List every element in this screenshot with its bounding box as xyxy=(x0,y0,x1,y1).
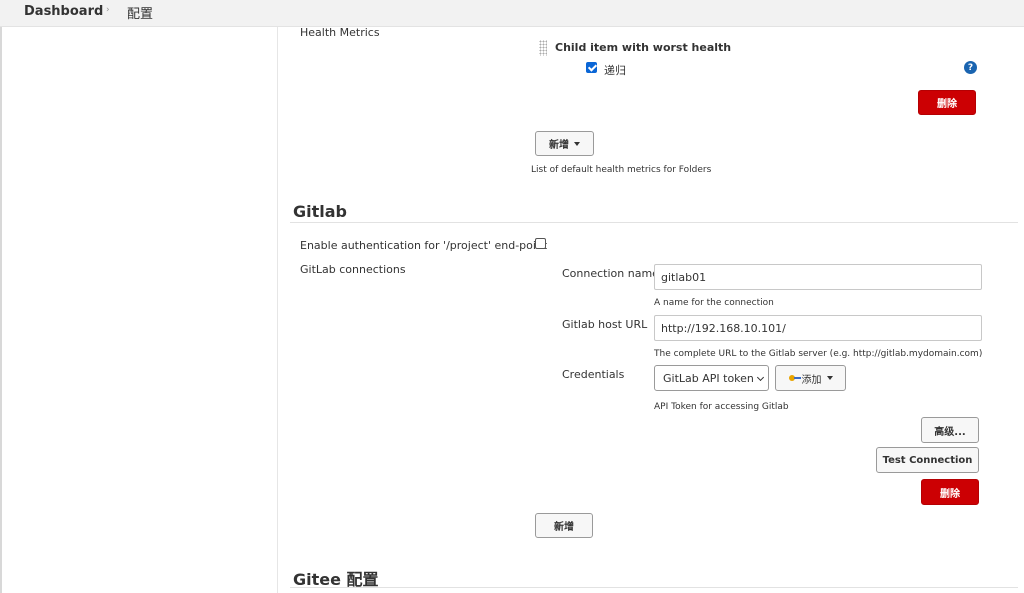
chevron-down-icon xyxy=(756,373,765,382)
gitlab-auth-checkbox[interactable] xyxy=(535,238,546,249)
health-metric-item-title: Child item with worst health xyxy=(555,41,732,54)
drag-handle-icon[interactable] xyxy=(539,40,547,56)
sidebar-divider xyxy=(277,27,278,593)
health-metric-delete-button[interactable]: 删除 xyxy=(918,90,976,115)
credentials-selected-value: GitLab API token xyxy=(663,371,754,385)
help-icon[interactable]: ? xyxy=(964,61,977,74)
credentials-add-button[interactable]: 添加 xyxy=(775,365,846,391)
recursive-checkbox[interactable] xyxy=(586,62,597,73)
test-connection-button[interactable]: Test Connection xyxy=(876,447,979,473)
connection-name-help: A name for the connection xyxy=(654,298,774,308)
credentials-help: API Token for accessing Gitlab xyxy=(654,402,789,412)
connection-name-input[interactable] xyxy=(654,264,982,290)
chevron-right-icon: › xyxy=(106,5,110,15)
gitlab-section-rule xyxy=(290,222,1018,223)
add-button-label: 新增 xyxy=(549,140,569,151)
connection-name-label: Connection name xyxy=(562,267,659,280)
gitlab-auth-label: Enable authentication for '/project' end… xyxy=(300,239,548,252)
host-url-label: Gitlab host URL xyxy=(562,318,648,331)
breadcrumb-current: 配置 xyxy=(127,7,154,22)
health-metrics-label: Health Metrics xyxy=(300,26,380,39)
sidebar-edge xyxy=(0,27,2,593)
key-icon xyxy=(788,375,801,381)
credentials-label: Credentials xyxy=(562,368,625,381)
caret-down-icon xyxy=(574,141,580,146)
credentials-add-label: 添加 xyxy=(801,374,822,386)
advanced-button[interactable]: 高级... xyxy=(921,417,979,443)
health-metrics-description: List of default health metrics for Folde… xyxy=(531,165,712,175)
caret-down-icon xyxy=(826,376,833,380)
gitlab-connection-delete-button[interactable]: 删除 xyxy=(921,479,979,505)
gitee-section-rule xyxy=(290,587,1018,588)
gitlab-section-title: Gitlab xyxy=(293,202,347,221)
host-url-help: The complete URL to the Gitlab server (e… xyxy=(654,349,983,359)
gitlab-connection-add-button[interactable]: 新增 xyxy=(535,513,593,538)
breadcrumb-bar xyxy=(0,0,1024,27)
credentials-select[interactable]: GitLab API token xyxy=(654,365,769,391)
gitlab-connections-label: GitLab connections xyxy=(300,263,406,276)
health-metric-add-button[interactable]: 新增 xyxy=(535,131,594,156)
recursive-label: 递归 xyxy=(604,64,626,77)
host-url-input[interactable] xyxy=(654,315,982,341)
breadcrumb-dashboard[interactable]: Dashboard xyxy=(24,4,103,19)
